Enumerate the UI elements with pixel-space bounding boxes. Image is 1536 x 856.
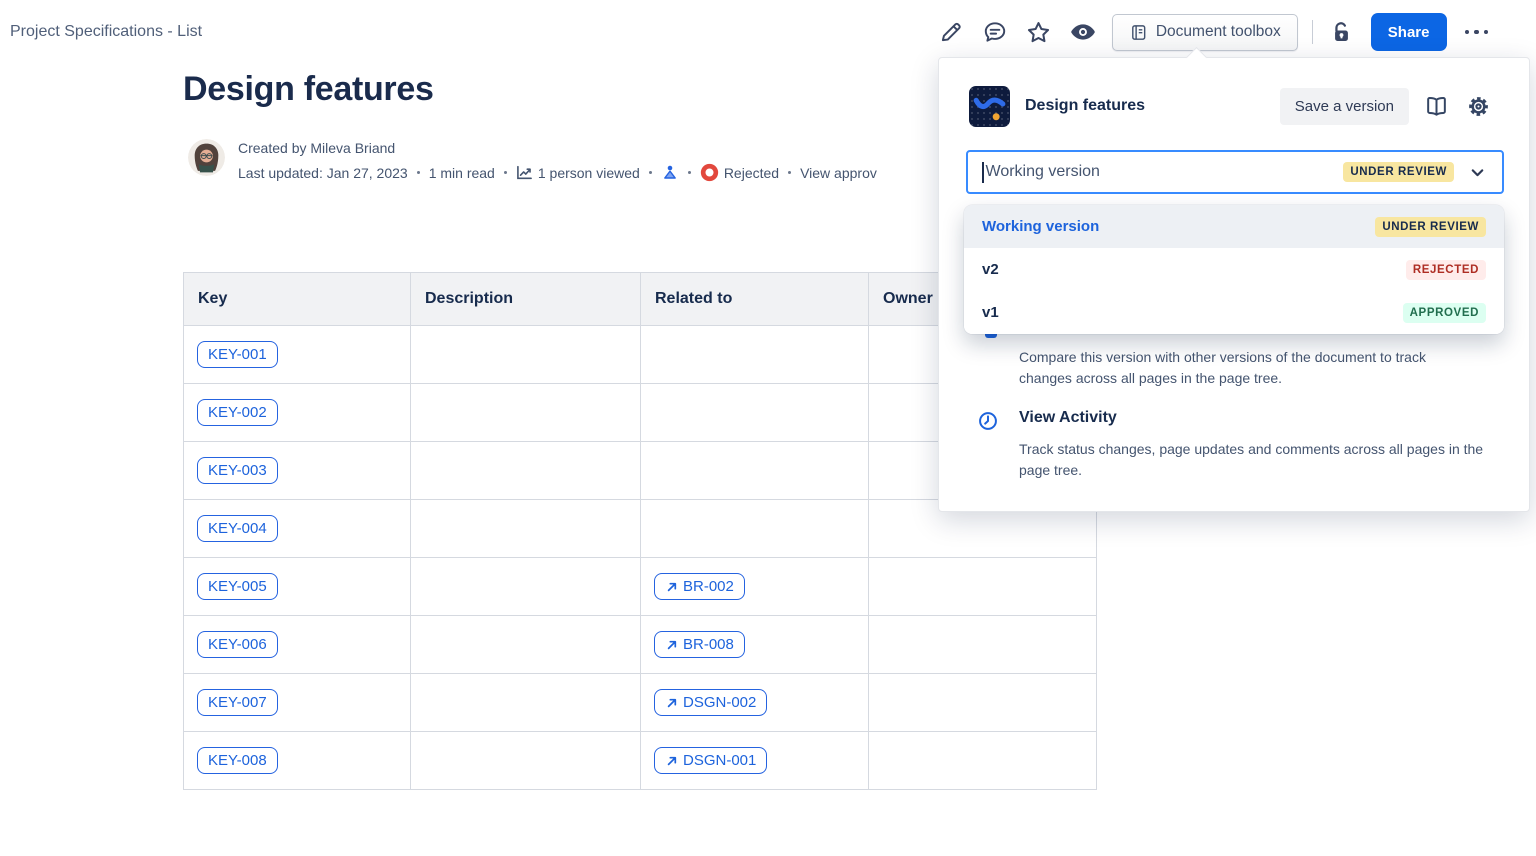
save-version-button[interactable]: Save a version (1280, 88, 1409, 125)
view-approvers-link[interactable]: View approv (800, 165, 877, 181)
trend-icon (516, 164, 533, 181)
app-logo (969, 86, 1010, 127)
book-icon (1424, 94, 1449, 119)
restrictions-button[interactable] (1327, 17, 1357, 47)
more-icon (1465, 30, 1470, 35)
comment-button[interactable] (980, 17, 1010, 47)
star-icon (1025, 19, 1052, 46)
under-review-badge: UNDER REVIEW (1375, 217, 1486, 237)
col-description: Description (411, 273, 641, 326)
version-input-value: Working version (986, 163, 1344, 181)
arrow-ne-icon (665, 580, 679, 594)
document-toolbox-popup: Design features Save a version Working v… (938, 57, 1530, 512)
documentation-button[interactable] (1421, 91, 1451, 121)
avatar[interactable] (188, 139, 225, 176)
created-by[interactable]: Created by Mileva Briand (238, 140, 877, 156)
page-title: Design features (183, 70, 434, 109)
arrow-ne-icon (665, 696, 679, 710)
toolbox-header: Design features Save a version (969, 85, 1493, 127)
version-option-working[interactable]: Working version UNDER REVIEW (964, 205, 1504, 248)
key-pill[interactable]: KEY-001 (197, 341, 278, 368)
toolbox-title: Design features (1025, 97, 1280, 115)
related-link-pill[interactable]: BR-002 (654, 573, 745, 600)
version-option-v1[interactable]: v1 APPROVED (964, 291, 1504, 334)
unlock-icon (1328, 19, 1355, 46)
watch-eye-icon (1069, 18, 1097, 46)
view-activity-title[interactable]: View Activity (1019, 409, 1117, 427)
rejected-badge: REJECTED (1406, 260, 1486, 280)
more-options-button[interactable] (1461, 30, 1493, 35)
read-time: 1 min read (429, 165, 495, 181)
key-pill[interactable]: KEY-005 (197, 573, 278, 600)
document-toolbox-label: Document toolbox (1156, 23, 1281, 41)
pencil-icon (938, 19, 964, 45)
page-meta-row: Last updated: Jan 27, 2023 1 min read 1 … (238, 163, 877, 182)
text-cursor (982, 162, 984, 183)
col-related-to: Related to (641, 273, 869, 326)
approval-status[interactable]: Rejected (700, 163, 779, 182)
key-pill[interactable]: KEY-002 (197, 399, 278, 426)
toolbar-divider (1312, 20, 1313, 44)
approved-badge: APPROVED (1403, 303, 1486, 323)
related-link-pill[interactable]: DSGN-002 (654, 689, 767, 716)
byline: Created by Mileva Briand Last updated: J… (188, 139, 877, 182)
status-label: Rejected (724, 165, 779, 181)
rejected-ring-icon (700, 163, 719, 182)
table-row: KEY-006 BR-008 (184, 616, 1097, 674)
compare-description: Compare this version with other versions… (1019, 347, 1471, 389)
watch-button[interactable] (1068, 17, 1098, 47)
related-link-pill[interactable]: DSGN-001 (654, 747, 767, 774)
version-dropdown: Working version UNDER REVIEW v2 REJECTED… (964, 205, 1504, 334)
breadcrumb[interactable]: Project Specifications - List (10, 23, 202, 41)
share-button[interactable]: Share (1371, 13, 1447, 51)
last-updated[interactable]: Last updated: Jan 27, 2023 (238, 165, 408, 181)
col-key: Key (184, 273, 411, 326)
key-pill[interactable]: KEY-006 (197, 631, 278, 658)
gear-icon (1466, 94, 1491, 119)
key-pill[interactable]: KEY-003 (197, 457, 278, 484)
edit-button[interactable] (936, 17, 966, 47)
document-toolbox-button[interactable]: Document toolbox (1112, 14, 1298, 51)
analytics-workflow-icon[interactable] (661, 164, 679, 182)
activity-description: Track status changes, page updates and c… (1019, 439, 1489, 481)
key-pill[interactable]: KEY-008 (197, 747, 278, 774)
under-review-badge: UNDER REVIEW (1343, 162, 1454, 182)
views-count[interactable]: 1 person viewed (516, 164, 640, 181)
arrow-ne-icon (665, 638, 679, 652)
version-option-v2[interactable]: v2 REJECTED (964, 248, 1504, 291)
key-pill[interactable]: KEY-004 (197, 515, 278, 542)
version-select-input[interactable]: Working version UNDER REVIEW (966, 150, 1504, 194)
table-row: KEY-007 DSGN-002 (184, 674, 1097, 732)
chevron-down-icon[interactable] (1467, 162, 1488, 183)
key-pill[interactable]: KEY-007 (197, 689, 278, 716)
settings-button[interactable] (1463, 91, 1493, 121)
favorite-button[interactable] (1024, 17, 1054, 47)
table-row: KEY-005 BR-002 (184, 558, 1097, 616)
comment-icon (982, 19, 1008, 45)
page-toolbar: Document toolbox Share (936, 12, 1492, 52)
related-link-pill[interactable]: BR-008 (654, 631, 745, 658)
arrow-ne-icon (665, 754, 679, 768)
clock-icon (977, 410, 999, 432)
document-toolbox-icon (1129, 23, 1148, 42)
table-row: KEY-008 DSGN-001 (184, 732, 1097, 790)
